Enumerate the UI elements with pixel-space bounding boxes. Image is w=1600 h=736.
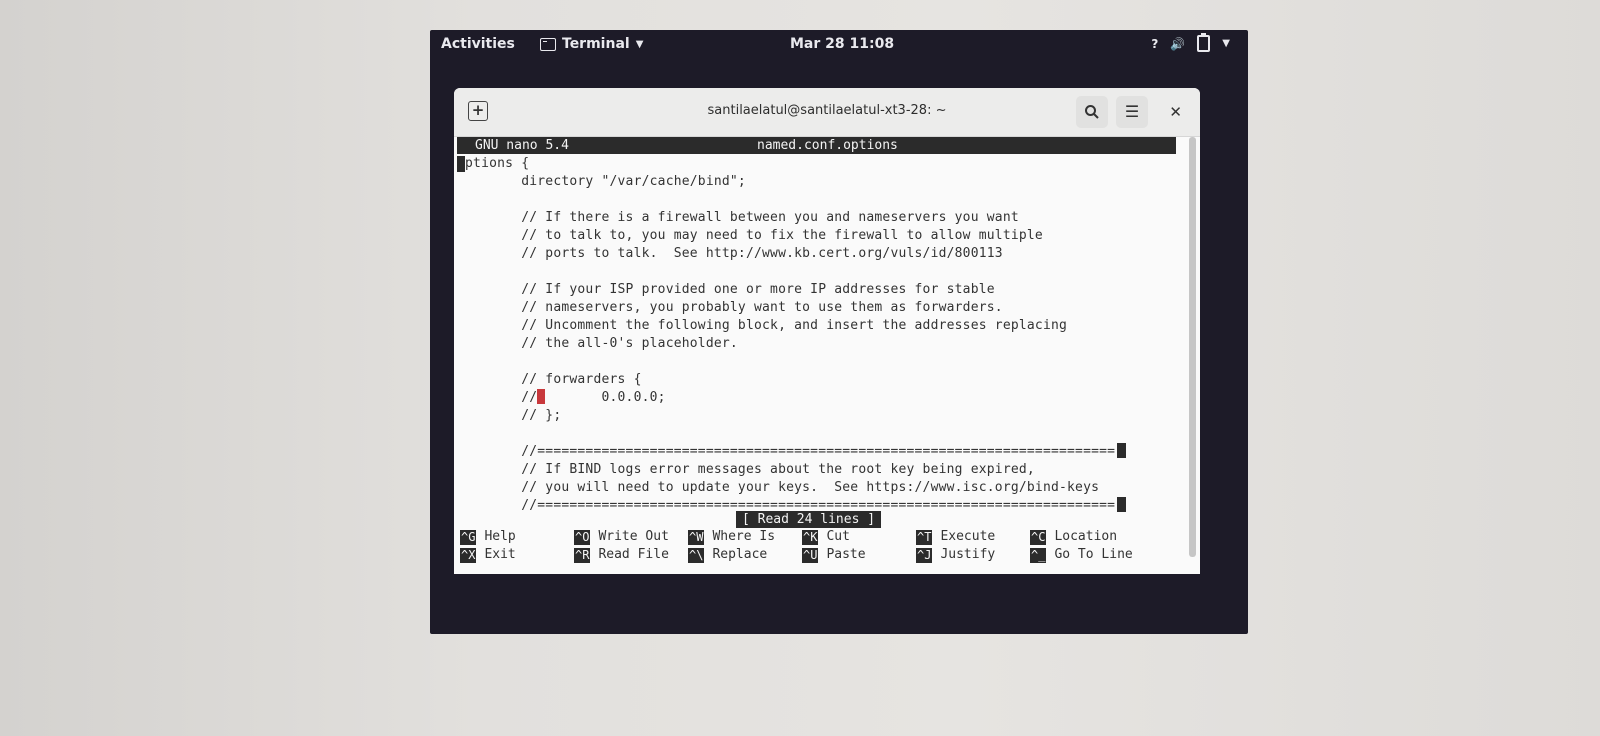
editor-line: // to talk to, you may need to fix the f… (457, 228, 1043, 243)
chevron-down-icon: ▼ (1222, 38, 1230, 49)
shortcut-read-file[interactable]: ^R Read File (574, 546, 669, 564)
shortcut-row: ^G Help ^O Write Out ^W Where Is ^K Cut ^T Ex… (460, 528, 1172, 546)
terminal-content[interactable]: GNU nano 5.4 named.conf.options options … (454, 137, 1200, 574)
battery-icon (1197, 33, 1211, 52)
shortcut-where-is[interactable]: ^W Where Is (688, 528, 775, 546)
editor-line: // Uncomment the following block, and in… (457, 318, 1068, 333)
activities-button[interactable]: Activities (441, 36, 515, 52)
editor-buffer[interactable]: options { directory "/var/cache/bind"; /… (457, 155, 1173, 515)
shortcut-replace[interactable]: ^\ Replace (688, 546, 767, 564)
shortcut-location[interactable]: ^C Location (1030, 528, 1117, 546)
terminal-icon (540, 37, 556, 51)
text-cursor (457, 156, 465, 172)
system-tray[interactable]: ? 🔊 ▼ (1151, 33, 1230, 52)
close-icon[interactable]: ✕ (1169, 103, 1182, 121)
nano-filename: named.conf.options (757, 138, 898, 153)
editor-line: // nameservers, you probably want to use… (457, 300, 1003, 315)
shortcut-write-out[interactable]: ^O Write Out (574, 528, 669, 546)
app-menu[interactable]: Terminal ▼ (540, 36, 643, 52)
editor-line: // If your ISP provided one or more IP a… (457, 282, 995, 297)
app-menu-label: Terminal (562, 36, 630, 52)
hamburger-menu-icon[interactable]: ☰ (1116, 96, 1148, 128)
clock[interactable]: Mar 28 11:08 (790, 36, 894, 52)
line-overflow-marker (1117, 443, 1127, 458)
window-titlebar: + santilaelatul@santilaelatul-xt3-28: ~ … (454, 88, 1200, 137)
help-icon: ? (1151, 36, 1159, 51)
shortcut-go-to-line[interactable]: ^_ Go To Line (1030, 546, 1133, 564)
nano-status-message: [ Read 24 lines ] (736, 511, 882, 528)
chevron-down-icon: ▼ (635, 38, 644, 50)
shortcut-execute[interactable]: ^T Execute (916, 528, 995, 546)
editor-line: // If there is a firewall between you an… (457, 210, 1019, 225)
editor-line: // ports to talk. See http://www.kb.cert… (457, 246, 1003, 261)
line-overflow-marker (1117, 497, 1127, 512)
shortcut-exit[interactable]: ^X Exit (460, 546, 516, 564)
shortcut-paste[interactable]: ^U Paste (802, 546, 866, 564)
shortcut-help[interactable]: ^G Help (460, 528, 516, 546)
nano-shortcut-bar: ^G Help ^O Write Out ^W Where Is ^K Cut ^T Ex… (460, 528, 1172, 564)
monitor-screen: Activities Terminal ▼ Mar 28 11:08 ? 🔊 ▼… (430, 30, 1248, 634)
shortcut-cut[interactable]: ^K Cut (802, 528, 850, 546)
nano-version: GNU nano 5.4 (475, 138, 569, 153)
editor-line: //======================================… (457, 443, 1173, 461)
terminal-window: + santilaelatul@santilaelatul-xt3-28: ~ … (454, 88, 1200, 574)
editor-line: // the all-0's placeholder. (457, 336, 738, 351)
shortcut-row: ^X Exit ^R Read File ^\ Replace ^U Paste ^J J… (460, 546, 1172, 564)
editor-line: // you will need to update your keys. Se… (457, 480, 1100, 495)
shortcut-justify[interactable]: ^J Justify (916, 546, 995, 564)
gnome-top-bar: Activities Terminal ▼ Mar 28 11:08 ? 🔊 ▼ (430, 30, 1248, 60)
scrollbar[interactable] (1189, 137, 1196, 557)
editor-line: // forwarders { (457, 372, 642, 387)
editor-line: options { (457, 155, 1173, 173)
editor-line: // If BIND logs error messages about the… (457, 462, 1035, 477)
editor-line: // 0.0.0.0; (457, 389, 666, 405)
editor-line: // }; (457, 408, 562, 423)
search-icon[interactable] (1076, 96, 1108, 128)
nano-header: GNU nano 5.4 named.conf.options (457, 137, 1176, 154)
volume-icon: 🔊 (1170, 36, 1186, 51)
editor-line: directory "/var/cache/bind"; (457, 174, 746, 189)
